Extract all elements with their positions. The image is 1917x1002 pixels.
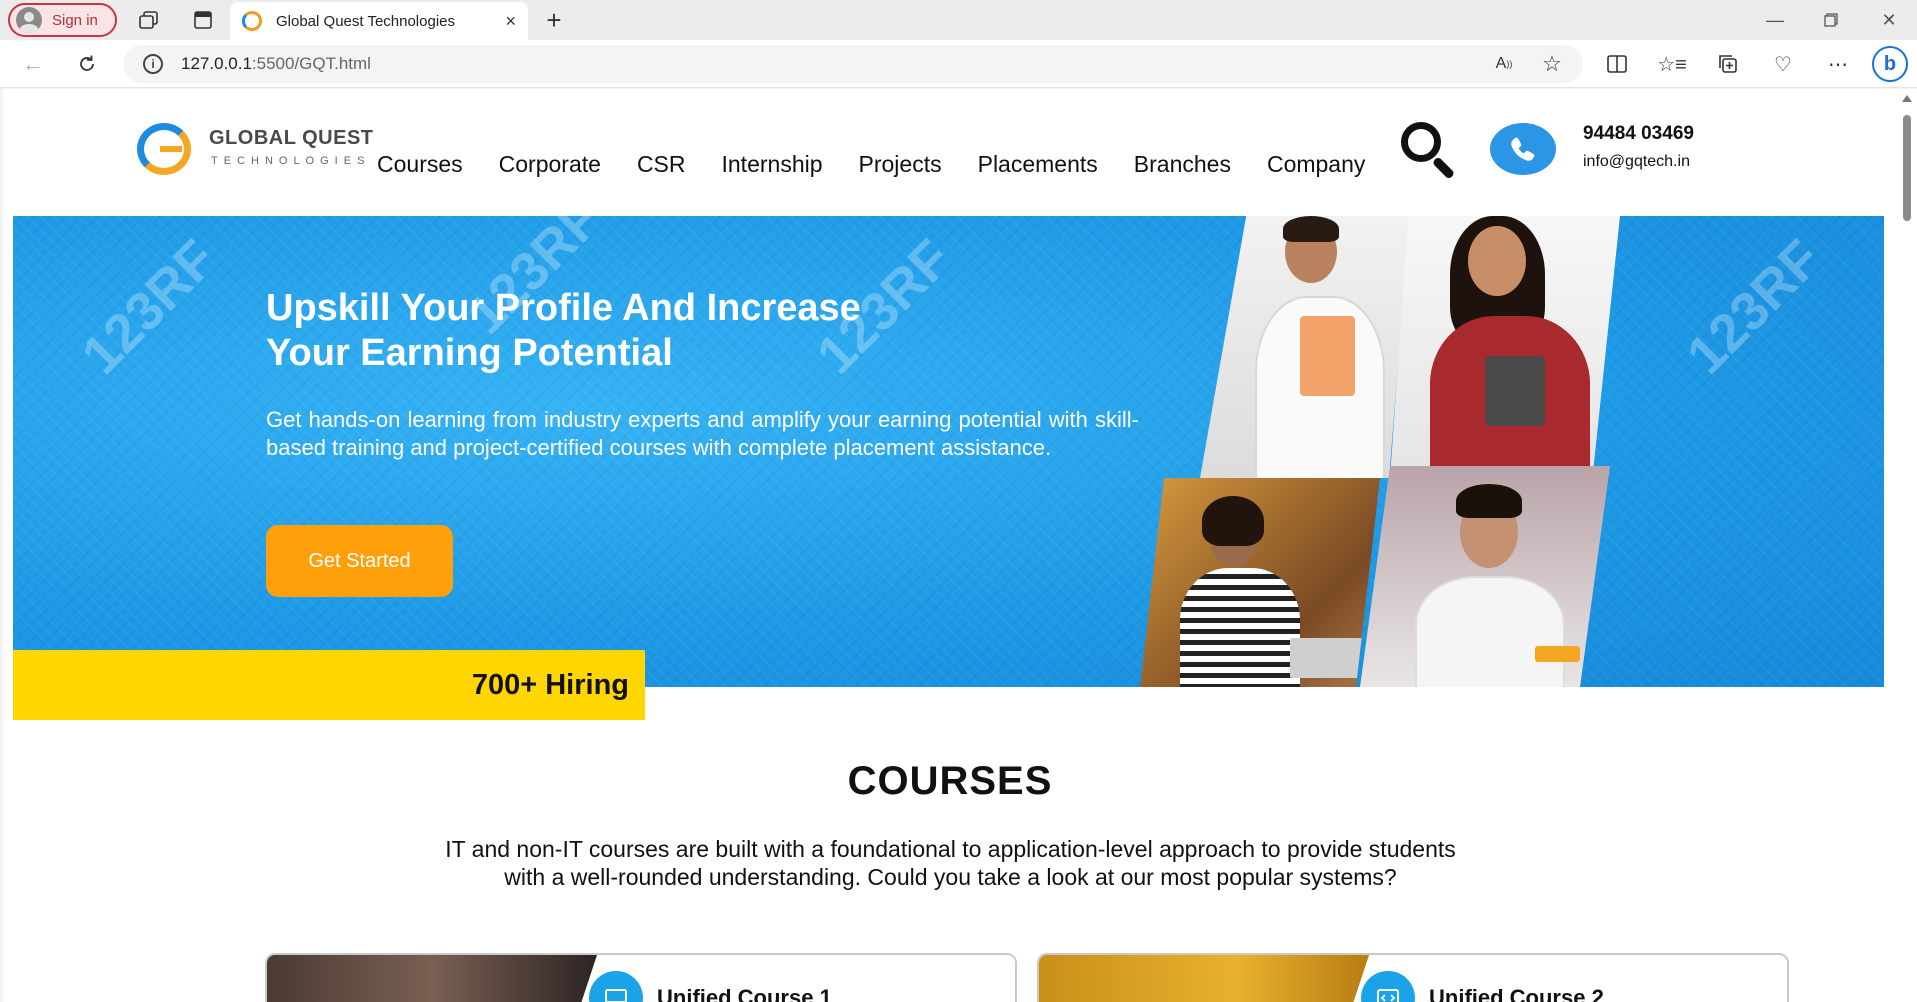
nav-courses[interactable]: Courses bbox=[377, 151, 463, 178]
site-info-icon[interactable]: i bbox=[143, 54, 163, 74]
workspaces-icon[interactable] bbox=[136, 8, 162, 32]
page-scrollbar[interactable] bbox=[1897, 89, 1917, 1002]
course-card-image bbox=[267, 955, 597, 1002]
hero-title: Upskill Your Profile And Increase Your E… bbox=[266, 286, 966, 376]
hero-title-line-2: Your Earning Potential bbox=[266, 332, 673, 374]
course-card-image bbox=[1039, 955, 1369, 1002]
reload-icon[interactable] bbox=[72, 50, 102, 78]
email-address[interactable]: info@gqtech.in bbox=[1583, 153, 1694, 171]
read-aloud-icon[interactable]: A)) bbox=[1490, 50, 1518, 78]
nav-internship[interactable]: Internship bbox=[722, 151, 823, 178]
tab-close-icon[interactable]: × bbox=[505, 11, 516, 32]
web-page: GLOBAL QUEST TECHNOLOGIES Courses Corpor… bbox=[3, 89, 1897, 1002]
new-tab-button[interactable]: + bbox=[540, 5, 568, 35]
nav-csr[interactable]: CSR bbox=[637, 151, 686, 178]
course-card-2[interactable]: Unified Course 2 bbox=[1037, 953, 1789, 1002]
tab-title: Global Quest Technologies bbox=[276, 12, 456, 30]
courses-heading: COURSES bbox=[847, 759, 1053, 803]
sign-in-button[interactable]: Sign in bbox=[8, 3, 117, 37]
student-photo-2 bbox=[1390, 216, 1620, 478]
site-favicon-icon bbox=[242, 11, 262, 31]
scrollbar-thumb[interactable] bbox=[1903, 115, 1911, 221]
favorite-star-icon[interactable]: ☆ bbox=[1538, 50, 1566, 78]
hero-title-line-1: Upskill Your Profile And Increase bbox=[266, 287, 861, 329]
more-options-icon[interactable]: ⋯ bbox=[1824, 50, 1852, 78]
logo-mark-icon bbox=[137, 123, 191, 175]
favorites-icon[interactable]: ☆≡ bbox=[1657, 50, 1687, 78]
get-started-button[interactable]: Get Started bbox=[266, 525, 453, 597]
nav-projects[interactable]: Projects bbox=[859, 151, 942, 178]
logo-subtitle: TECHNOLOGIES bbox=[211, 155, 371, 167]
search-lens bbox=[1401, 122, 1441, 162]
monitor-icon bbox=[589, 971, 643, 1002]
hero-photo-collage bbox=[1140, 216, 1660, 687]
courses-description: IT and non-IT courses are built with a f… bbox=[445, 836, 1456, 890]
main-nav: Courses Corporate CSR Internship Project… bbox=[377, 151, 1401, 178]
course-card-title: Unified Course 2 bbox=[1429, 985, 1604, 1002]
code-icon bbox=[1361, 971, 1415, 1002]
student-photo-1 bbox=[1200, 216, 1410, 478]
minimize-icon[interactable]: — bbox=[1755, 6, 1795, 34]
search-icon[interactable] bbox=[1398, 119, 1460, 180]
nav-placements[interactable]: Placements bbox=[978, 151, 1098, 178]
phone-icon[interactable] bbox=[1490, 123, 1556, 175]
phone-number[interactable]: 94484 03469 bbox=[1583, 123, 1694, 145]
search-handle bbox=[1431, 156, 1456, 180]
nav-corporate[interactable]: Corporate bbox=[499, 151, 601, 178]
browser-essentials-icon[interactable]: ♡ bbox=[1769, 50, 1797, 78]
back-icon[interactable]: ← bbox=[18, 50, 48, 78]
vertical-tabs-icon[interactable] bbox=[190, 8, 216, 32]
url-path: :5500/GQT.html bbox=[251, 54, 371, 73]
restore-icon[interactable] bbox=[1811, 6, 1851, 34]
contact-info: 94484 03469 info@gqtech.in bbox=[1583, 123, 1694, 171]
site-logo[interactable]: GLOBAL QUEST TECHNOLOGIES bbox=[137, 121, 377, 177]
nav-company[interactable]: Company bbox=[1267, 151, 1365, 178]
window-close-icon[interactable]: ✕ bbox=[1869, 6, 1909, 34]
logo-name: GLOBAL QUEST bbox=[209, 127, 374, 149]
nav-branches[interactable]: Branches bbox=[1134, 151, 1231, 178]
sign-in-label: Sign in bbox=[52, 11, 98, 29]
student-photo-4 bbox=[1360, 466, 1610, 687]
url-host: 127.0.0.1 bbox=[181, 54, 252, 73]
copilot-icon[interactable]: b bbox=[1872, 46, 1908, 82]
hero-description: Get hands-on learning from industry expe… bbox=[266, 407, 1139, 460]
browser-tab-bar: Sign in Global Quest Technologies × + — … bbox=[0, 0, 1917, 40]
collections-icon[interactable] bbox=[1714, 50, 1742, 78]
avatar-icon bbox=[16, 7, 42, 33]
course-card-title: Unified Course 1 bbox=[657, 985, 832, 1002]
split-screen-icon[interactable] bbox=[1603, 50, 1631, 78]
course-card-1[interactable]: Unified Course 1 bbox=[265, 953, 1017, 1002]
active-tab[interactable]: Global Quest Technologies × bbox=[230, 2, 528, 40]
address-toolbar: ← i 127.0.0.1:5500/GQT.html A)) ☆ ☆≡ ♡ ⋯… bbox=[0, 40, 1917, 88]
hero-banner: 123RF 123RF 123RF 123RF Upskill Your Pro… bbox=[13, 216, 1884, 687]
scroll-up-icon[interactable] bbox=[1902, 95, 1912, 102]
hiring-badge: 700+ Hiring bbox=[13, 650, 645, 720]
url-bar[interactable]: i 127.0.0.1:5500/GQT.html bbox=[123, 45, 1583, 83]
